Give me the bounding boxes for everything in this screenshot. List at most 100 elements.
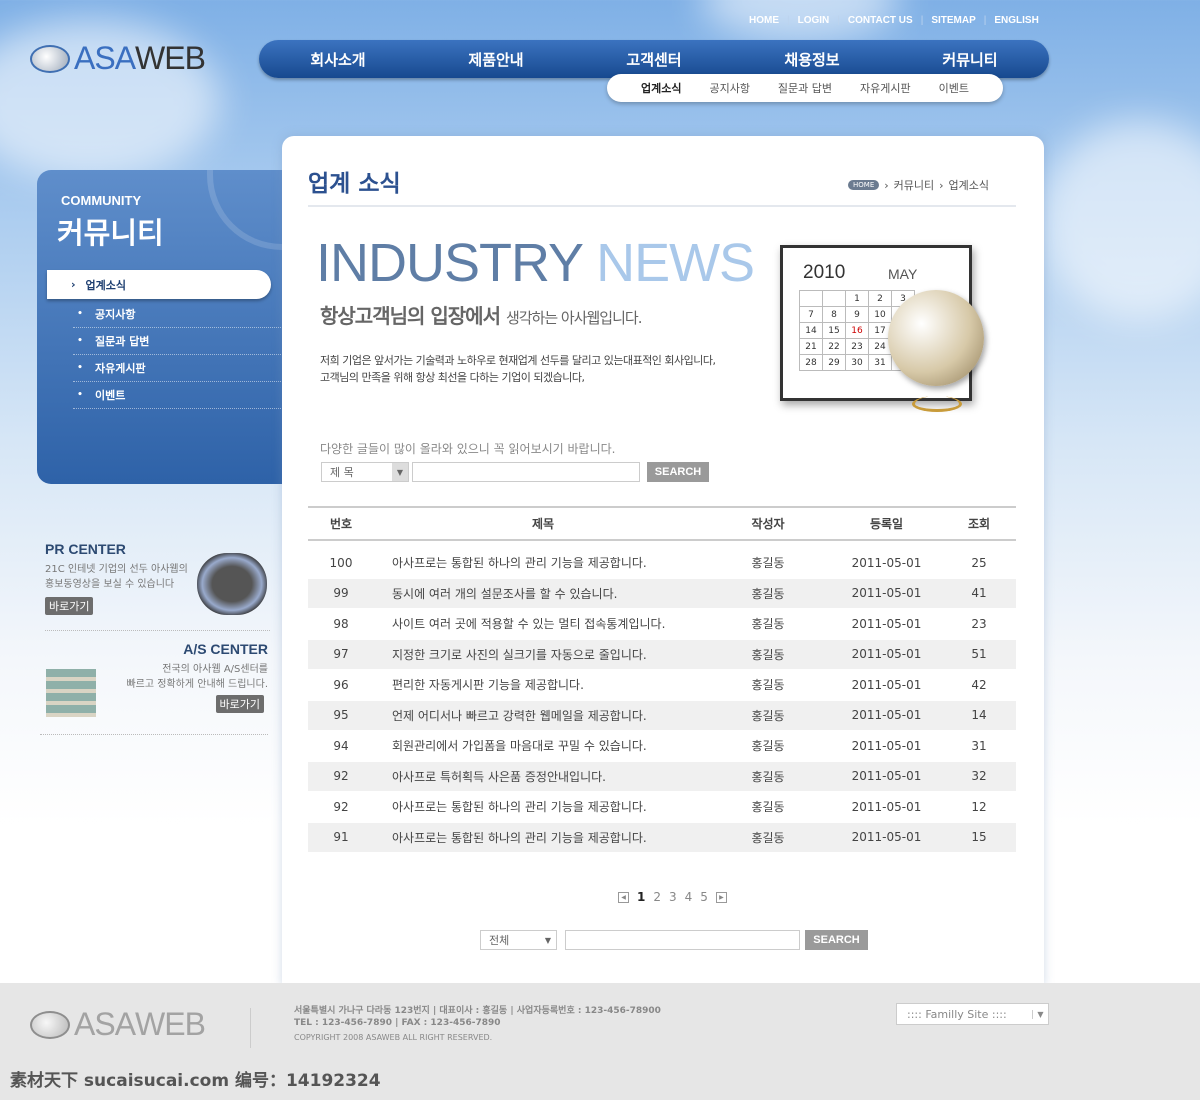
calendar-day: 30 bbox=[845, 354, 869, 371]
row-number: 94 bbox=[333, 738, 349, 753]
table-row[interactable]: 91 아사프로는 통합된 하나의 관리 기능을 제공합니다. 홍길동 2011-05-… bbox=[308, 822, 1016, 853]
row-title[interactable]: 지정한 크기로 사진의 실크기를 자동으로 줄입니다. bbox=[392, 640, 722, 669]
logo[interactable]: ASA WEB bbox=[30, 40, 206, 77]
row-title[interactable]: 동시에 여러 개의 설문조사를 할 수 있습니다. bbox=[392, 579, 722, 608]
as-title: A/S CENTER bbox=[183, 641, 268, 657]
table-row[interactable]: 100 아사프로는 통합된 하나의 관리 기능을 제공합니다. 홍길동 2011-05… bbox=[308, 548, 1016, 578]
row-number: 98 bbox=[333, 616, 349, 631]
top-links: HOME | LOGIN | CONTACT US | SITEMAP | ENGLIS… bbox=[749, 15, 1039, 26]
calendar-day: 9 bbox=[845, 306, 869, 323]
breadcrumb-home[interactable]: HOME bbox=[848, 180, 880, 190]
footer-divider bbox=[250, 1008, 251, 1048]
page-link[interactable]: 1 bbox=[637, 890, 645, 904]
row-views: 25 bbox=[971, 555, 987, 570]
table-row[interactable]: 92 아사프로는 통합된 하나의 관리 기능을 제공합니다. 홍길동 2011-05-… bbox=[308, 792, 1016, 822]
nav-customer[interactable]: 고객센터 bbox=[575, 49, 733, 70]
bottom-search-select[interactable]: 전체 ▼ bbox=[480, 930, 557, 950]
row-views: 12 bbox=[971, 799, 987, 814]
row-views: 23 bbox=[971, 616, 987, 631]
page-link[interactable]: 5 bbox=[700, 890, 708, 904]
calendar-day bbox=[822, 290, 846, 307]
row-title[interactable]: 편리한 자동게시판 기능을 제공합니다. bbox=[392, 670, 722, 699]
row-date: 2011-05-01 bbox=[851, 586, 922, 600]
table-row[interactable]: 92 아사프로 특허획득 사은품 증정안내입니다. 홍길동 2011-05-01 32 bbox=[308, 761, 1016, 792]
row-views: 51 bbox=[971, 647, 987, 661]
row-number: 96 bbox=[333, 677, 349, 692]
page-title: 업계 소식 bbox=[308, 171, 401, 197]
family-site-select[interactable]: :::: Familly Site :::: ▼ bbox=[896, 1003, 1049, 1025]
search-field-select[interactable]: 제 목 ▼ bbox=[321, 462, 409, 482]
nav-company[interactable]: 회사소개 bbox=[259, 49, 417, 70]
sub-nav: 업계소식 공지사항 질문과 답변 자유게시판 이벤트 bbox=[607, 74, 1003, 102]
subnav-industry-news[interactable]: 업계소식 bbox=[641, 80, 681, 96]
row-date: 2011-05-01 bbox=[851, 830, 922, 844]
table-row[interactable]: 97 지정한 크기로 사진의 실크기를 자동으로 줄입니다. 홍길동 2011-05-… bbox=[308, 639, 1016, 670]
row-title[interactable]: 아사프로는 통합된 하나의 관리 기능을 제공합니다. bbox=[392, 823, 722, 852]
row-title[interactable]: 아사프로는 통합된 하나의 관리 기능을 제공합니다. bbox=[392, 792, 722, 821]
page-link[interactable]: 3 bbox=[669, 890, 677, 904]
prev-page-icon[interactable]: ◀ bbox=[618, 891, 629, 903]
sidebar-item-qna[interactable]: • 질문과 답변 bbox=[73, 328, 293, 355]
row-title[interactable]: 아사프로는 통합된 하나의 관리 기능을 제공합니다. bbox=[392, 548, 722, 577]
top-link-contact[interactable]: CONTACT US bbox=[848, 15, 913, 26]
top-link-login[interactable]: LOGIN bbox=[798, 15, 830, 26]
row-title[interactable]: 회원관리에서 가입폼을 마음대로 꾸밀 수 있습니다. bbox=[392, 731, 722, 760]
table-row[interactable]: 95 언제 어디서나 빠르고 강력한 웹메일을 제공합니다. 홍길동 2011-05-… bbox=[308, 700, 1016, 731]
sidebar-item-event[interactable]: • 이벤트 bbox=[73, 382, 293, 409]
pagination: ◀ 12345 ▶ bbox=[618, 890, 727, 904]
bottom-search-button[interactable]: SEARCH bbox=[805, 930, 868, 950]
as-go-button[interactable]: 바로가기 bbox=[215, 695, 264, 713]
subnav-free-board[interactable]: 자유게시판 bbox=[860, 80, 911, 96]
top-link-english[interactable]: ENGLISH bbox=[994, 15, 1038, 26]
row-title[interactable]: 아사프로 특허획득 사은품 증정안내입니다. bbox=[392, 762, 722, 791]
row-date: 2011-05-01 bbox=[851, 677, 922, 692]
sidebar-item-free-board[interactable]: • 자유게시판 bbox=[73, 355, 293, 382]
banner-description: 저희 기업은 앞서가는 기술력과 노하우로 현재업계 선두를 달리고 있는대표적… bbox=[320, 354, 716, 384]
pr-go-button[interactable]: 바로가기 bbox=[45, 597, 94, 615]
bullet-icon: • bbox=[77, 309, 83, 319]
table-row[interactable]: 96 편리한 자동게시판 기능을 제공합니다. 홍길동 2011-05-01 42 bbox=[308, 670, 1016, 700]
cloud bbox=[1040, 120, 1200, 320]
row-date: 2011-05-01 bbox=[851, 769, 922, 783]
row-author: 홍길동 bbox=[751, 708, 785, 723]
row-date: 2011-05-01 bbox=[851, 555, 922, 570]
sidebar-item-notice[interactable]: • 공지사항 bbox=[73, 301, 293, 328]
table-row[interactable]: 98 사이트 여러 곳에 적용할 수 있는 멀티 접속통계입니다. 홍길동 2011-… bbox=[308, 609, 1016, 639]
table-row[interactable]: 99 동시에 여러 개의 설문조사를 할 수 있습니다. 홍길동 2011-05-01… bbox=[308, 578, 1016, 609]
search-button[interactable]: SEARCH bbox=[647, 462, 709, 482]
calendar-day: 23 bbox=[845, 338, 869, 355]
sidebar-item-industry-news[interactable]: › 업계소식 bbox=[47, 270, 271, 299]
row-title[interactable]: 언제 어디서나 빠르고 강력한 웹메일을 제공합니다. bbox=[392, 701, 722, 730]
books-icon bbox=[46, 669, 96, 717]
calendar-day: 22 bbox=[822, 338, 846, 355]
subnav-event[interactable]: 이벤트 bbox=[939, 80, 969, 96]
page-link[interactable]: 4 bbox=[685, 890, 693, 904]
calendar-day: 10 bbox=[868, 306, 892, 323]
row-number: 92 bbox=[333, 769, 349, 783]
nav-products[interactable]: 제품안내 bbox=[417, 49, 575, 70]
breadcrumb-parent[interactable]: 커뮤니티 bbox=[894, 177, 934, 193]
calendar-day: 2 bbox=[868, 290, 892, 307]
search-input[interactable] bbox=[412, 462, 640, 482]
row-views: 41 bbox=[971, 586, 987, 600]
banner-heading: INDUSTRY NEWS bbox=[316, 233, 755, 293]
bottom-search-input[interactable] bbox=[565, 930, 800, 950]
nav-recruit[interactable]: 채용정보 bbox=[733, 49, 891, 70]
top-link-home[interactable]: HOME bbox=[749, 15, 779, 26]
top-link-sitemap[interactable]: SITEMAP bbox=[931, 15, 975, 26]
subnav-notice[interactable]: 공지사항 bbox=[709, 80, 749, 96]
row-views: 15 bbox=[971, 830, 987, 844]
subnav-qna[interactable]: 질문과 답변 bbox=[778, 80, 832, 96]
calendar-day: 8 bbox=[822, 306, 846, 323]
next-page-icon[interactable]: ▶ bbox=[715, 891, 727, 903]
row-date: 2011-05-01 bbox=[851, 799, 922, 814]
nav-community[interactable]: 커뮤니티 bbox=[891, 49, 1049, 70]
page-link[interactable]: 2 bbox=[653, 890, 661, 904]
row-title[interactable]: 사이트 여러 곳에 적용할 수 있는 멀티 접속통계입니다. bbox=[392, 609, 722, 638]
row-author: 홍길동 bbox=[751, 556, 785, 570]
table-row[interactable]: 94 회원관리에서 가입폼을 마음대로 꾸밀 수 있습니다. 홍길동 2011-05-… bbox=[308, 731, 1016, 761]
calendar-day: 31 bbox=[868, 354, 892, 371]
search-hint: 다양한 글들이 많이 올라와 있으니 꼭 읽어보시기 바랍니다. bbox=[320, 442, 616, 456]
sidebar-title-en: COMMUNITY bbox=[61, 193, 142, 208]
decorative-rings bbox=[207, 170, 282, 250]
